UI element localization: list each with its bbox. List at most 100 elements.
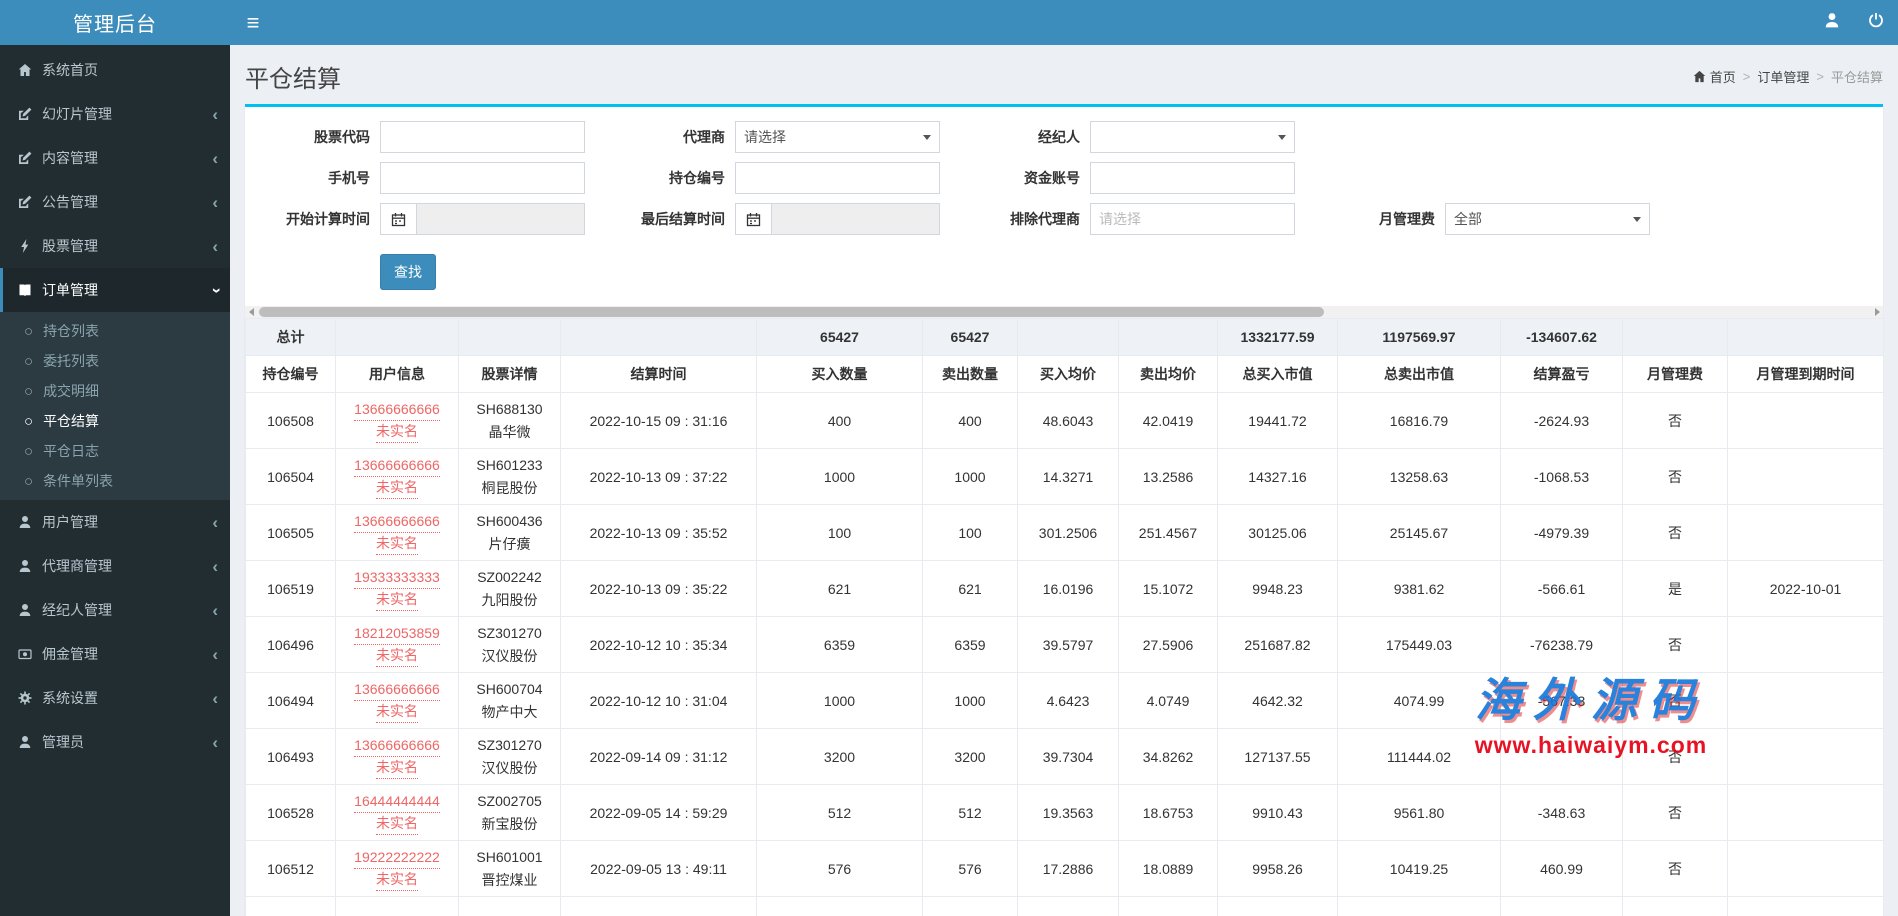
sidebar-item-agents[interactable]: 代理商管理 ‹ [0,544,230,588]
filter-row-3: 开始计算时间 最后结算时间 排除代理商 请选择 月管理费 全部 [245,203,1883,235]
cell-sell-avg: 27.5906 [1118,616,1218,673]
broker-select[interactable] [1090,121,1295,153]
agent-select[interactable]: 请选择 [735,121,940,153]
exclude-agent-input[interactable] [1090,203,1295,235]
sidebar-subitem-label: 委托列表 [43,353,100,369]
sidebar-subitem-settlement[interactable]: ○ 平仓结算 [0,406,230,436]
navbar-logout-button[interactable] [1854,0,1898,45]
cell-buy-avg: 301.2506 [1017,504,1119,561]
scrollbar-track[interactable] [257,306,1871,318]
user-realname-link[interactable]: 未实名 [376,645,418,667]
user-realname-link[interactable]: 未实名 [376,813,418,835]
account-input[interactable] [1090,162,1295,194]
cell-buy-total: 14327.16 [1217,448,1338,505]
user-phone-link[interactable]: 19222222222 [354,847,440,869]
sidebar-item-content[interactable]: 内容管理 ‹ [0,136,230,180]
user-realname-link[interactable]: 未实名 [376,869,418,891]
bolt-icon [18,239,42,253]
cell-buy-qty: 1000 [756,448,923,505]
sidebar-item-label: 系统设置 [42,690,98,706]
user-phone-link[interactable]: 13666666666 [354,735,440,757]
calendar-icon[interactable] [735,203,771,235]
stock-code-input[interactable] [380,121,585,153]
gear-icon [18,691,42,705]
breadcrumb-item-orders[interactable]: 订单管理 [1757,67,1809,86]
user-phone-link[interactable]: 16444444444 [354,791,440,813]
sidebar-subitem-positions[interactable]: ○ 持仓列表 [0,316,230,346]
month-fee-select[interactable]: 全部 [1445,203,1650,235]
user-realname-link[interactable]: 未实名 [376,477,418,499]
end-time-input[interactable] [771,203,940,235]
totals-cell-8: 1332177.59 [1217,318,1338,356]
totals-row: 总计 65427 65427 1332177.59 1197569.97 -134607.… [245,318,1883,356]
cell-sell-avg: 13.2586 [1118,448,1218,505]
scroll-left-arrow[interactable] [245,306,257,318]
sidebar-item-settings[interactable]: 系统设置 ‹ [0,676,230,720]
sidebar-item-admin[interactable]: 管理员 ‹ [0,720,230,764]
field-account: 资金账号 [955,162,1310,194]
phone-input[interactable] [380,162,585,194]
cell-settle-time: 2022-10-12 10 : 35:34 [560,616,757,673]
book-icon [18,283,42,297]
scroll-right-arrow[interactable] [1871,306,1883,318]
sidebar-item-label: 佣金管理 [42,646,98,662]
position-no-input[interactable] [735,162,940,194]
user-icon [18,559,42,573]
cell-position-id: 106493 [245,728,336,785]
sidebar-subitem-conditional[interactable]: ○ 条件单列表 [0,466,230,496]
user-realname-link[interactable]: 未实名 [376,701,418,723]
cell-month-fee: 否 [1622,504,1728,561]
end-time-label: 最后结算时间 [641,211,725,227]
cell-pnl: -566.61 [1500,560,1623,617]
user-phone-link[interactable]: 19333333333 [354,567,440,589]
cell-sell-total: 4074.99 [1337,672,1501,729]
sidebar-item-home[interactable]: 系统首页 [0,48,230,92]
user-phone-link[interactable]: 13666666666 [354,679,440,701]
sidebar-item-commission[interactable]: 佣金管理 ‹ [0,632,230,676]
sidebar-item-notice[interactable]: 公告管理 ‹ [0,180,230,224]
sidebar-item-users[interactable]: 用户管理 ‹ [0,500,230,544]
user-icon [18,735,42,749]
chevron-left-icon: ‹ [212,148,218,168]
calendar-icon[interactable] [380,203,416,235]
user-realname-link[interactable]: 未实名 [376,533,418,555]
cell-sell-avg: 42.0419 [1118,392,1218,449]
user-phone-link[interactable]: 13666666666 [354,511,440,533]
sidebar-subitem-logs[interactable]: ○ 平仓日志 [0,436,230,466]
cell-settle-time: 2022-09-14 09 : 31:12 [560,728,757,785]
cell-month-fee: 否 [1622,728,1728,785]
cell-buy-total: 9958.26 [1217,840,1338,897]
totals-cell-6 [1017,318,1119,356]
navbar-right [1810,0,1898,45]
user-realname-link[interactable]: 未实名 [376,757,418,779]
sidebar-item-orders[interactable]: 订单管理 ‹ [0,268,230,312]
user-phone-link[interactable]: 13666666666 [354,455,440,477]
filter-form: 股票代码 代理商 请选择 经纪人 手机号 持仓编号 资金账号 开始计算时间 最后… [245,107,1883,306]
sidebar-toggle-button[interactable]: ≡ [230,0,276,45]
breadcrumb-item-home[interactable]: 首页 [1693,67,1736,86]
sidebar-subitem-label: 平仓日志 [43,443,100,459]
table-row: 106508 13666666666 未实名 SH688130 晶华微 2022-10-1… [245,392,1883,449]
cell-buy-qty: 621 [756,560,923,617]
scrollbar-thumb[interactable] [259,307,1325,317]
field-end-time: 最后结算时间 [600,203,955,235]
sidebar-item-brokers[interactable]: 经纪人管理 ‹ [0,588,230,632]
table-row: 106504 13666666666 未实名 SH601233 桐昆股份 2022-10-… [245,448,1883,505]
user-realname-link[interactable]: 未实名 [376,421,418,443]
navbar-user-button[interactable] [1810,0,1854,45]
user-phone-link[interactable]: 13666666666 [354,399,440,421]
cell-position-id: 106512 [245,840,336,897]
sidebar-subitem-deals[interactable]: ○ 成交明细 [0,376,230,406]
cell-pnl: -1068.53 [1500,448,1623,505]
sidebar-item-slides[interactable]: 幻灯片管理 ‹ [0,92,230,136]
user-phone-link[interactable]: 18212053859 [354,623,440,645]
search-button[interactable]: 查找 [380,254,436,290]
user-realname-link[interactable]: 未实名 [376,589,418,611]
edit-icon [18,195,42,209]
sidebar-item-stocks[interactable]: 股票管理 ‹ [0,224,230,268]
sidebar-subitem-entrust[interactable]: ○ 委托列表 [0,346,230,376]
cell-sell-avg: 4.0749 [1118,672,1218,729]
breadcrumb: 首页 > 订单管理 > 平仓结算 [1693,67,1883,86]
start-time-input[interactable] [416,203,585,235]
cell-settle-time: 2022-10-15 09 : 31:16 [560,392,757,449]
